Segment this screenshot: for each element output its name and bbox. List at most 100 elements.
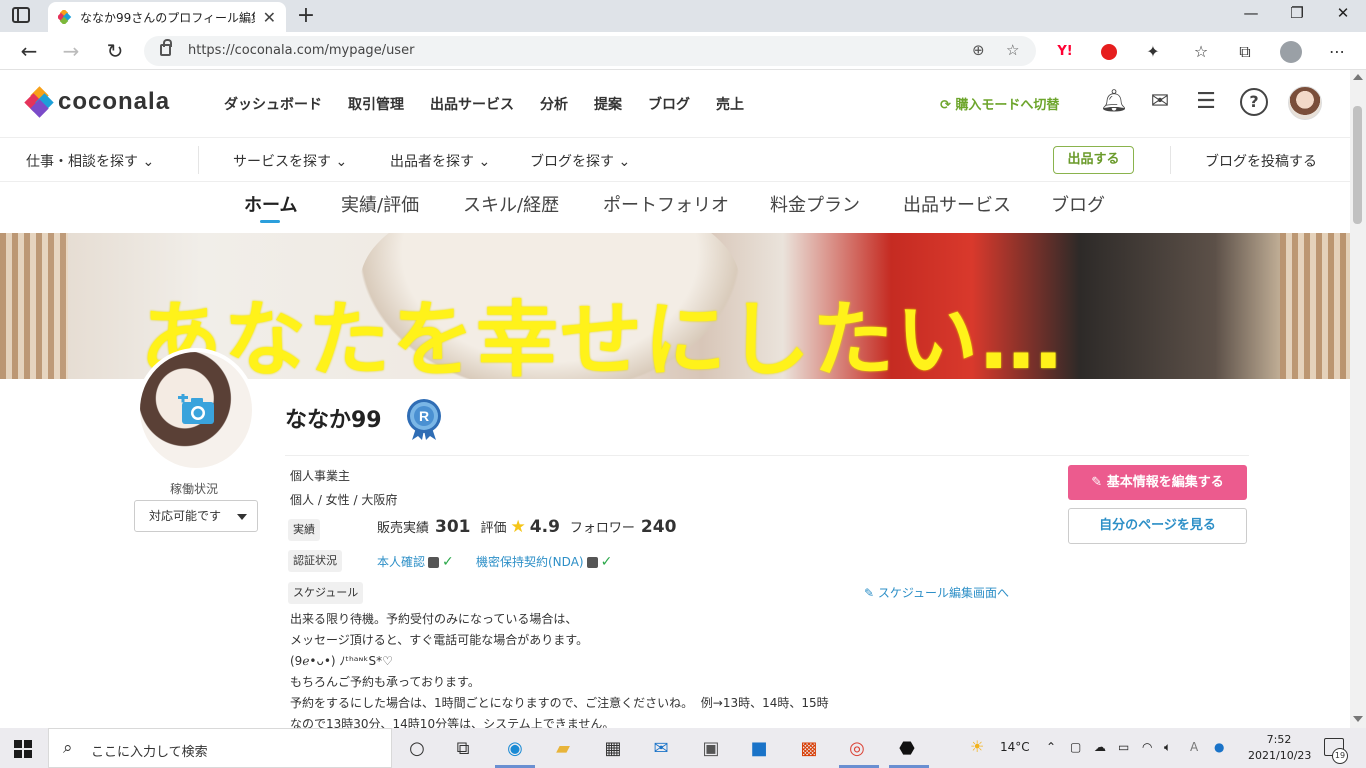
active-tab-indicator: [260, 220, 280, 223]
edit-profile-button[interactable]: ✎ 基本情報を編集する: [1068, 465, 1247, 500]
close-tab-icon[interactable]: ✕: [263, 8, 276, 27]
nav-analytics[interactable]: 分析: [540, 94, 568, 114]
scrollbar-thumb[interactable]: [1353, 106, 1362, 224]
scroll-down-icon[interactable]: [1353, 716, 1363, 722]
view-my-page-button[interactable]: 自分のページを見る: [1068, 508, 1247, 544]
cert-identity-label: 本人確認: [377, 555, 426, 569]
app-blue-icon[interactable]: ■: [746, 736, 772, 762]
temperature[interactable]: 14°C: [1000, 740, 1030, 754]
logo-mark-icon: [24, 86, 54, 118]
tab-blog[interactable]: ブログ: [1051, 191, 1105, 217]
switch-mode-link[interactable]: ⟳ 購入モードへ切替: [940, 94, 1059, 113]
search-icon: ⌕: [63, 738, 73, 758]
header-avatar[interactable]: [1288, 86, 1322, 120]
maximize-icon[interactable]: ❐: [1282, 4, 1312, 22]
tab-actions-icon[interactable]: [12, 7, 30, 23]
battery-icon[interactable]: ▭: [1118, 740, 1129, 754]
file-explorer-icon[interactable]: ▰: [550, 736, 576, 762]
bell-icon[interactable]: 🔔︎: [1100, 88, 1128, 116]
attributes: 個人 / 女性 / 大阪府: [290, 493, 398, 507]
taskbar-search[interactable]: ⌕ ここに入力して検索: [48, 728, 392, 768]
close-window-icon[interactable]: ✕: [1328, 4, 1358, 22]
volume-icon[interactable]: 🔈︎: [1164, 740, 1171, 755]
chevron-down-icon: ⌄: [335, 154, 348, 170]
collections-icon[interactable]: ⧉: [1234, 41, 1256, 63]
nav-blog[interactable]: ブログ: [648, 94, 690, 114]
profile-icon[interactable]: [1280, 41, 1302, 63]
browser-toolbar: ← → ↻ https://coconala.com/mypage/user ⊕…: [0, 32, 1366, 70]
tray-color-icon[interactable]: ●: [1214, 740, 1224, 754]
zoom-icon[interactable]: ⊕: [972, 41, 985, 59]
camera-add-icon[interactable]: [178, 394, 216, 424]
results-tag: 実績: [288, 519, 320, 541]
cert-nda[interactable]: 機密保持契約(NDA) ✓: [476, 553, 612, 570]
nav-transactions[interactable]: 取引管理: [348, 94, 404, 114]
cert-identity[interactable]: 本人確認 ✓: [377, 553, 454, 570]
availability-value: 対応可能です: [149, 509, 222, 523]
nav-dashboard[interactable]: ダッシュボード: [224, 94, 322, 114]
tab-results[interactable]: 実績/評価: [341, 191, 419, 217]
red-extension-icon[interactable]: [1098, 41, 1120, 63]
chevron-down-icon: ⌄: [618, 154, 631, 170]
schedule-edit-link[interactable]: ✎ スケジュール編集画面へ: [864, 584, 1009, 601]
subnav-find-services[interactable]: サービスを探す ⌄: [233, 151, 347, 171]
favorites-icon[interactable]: ☆: [1190, 41, 1212, 63]
windows-taskbar: ⌕ ここに入力して検索 ○ ⧉ ◉ ▰ ▦ ✉ ▣ ■ ▩ ◎ ⬣ ☀ 14°C…: [0, 728, 1366, 768]
tab-home[interactable]: ホーム: [244, 191, 297, 217]
nav-proposals[interactable]: 提案: [594, 94, 622, 114]
browser-tab[interactable]: ななか99さんのプロフィール編集 | ココナラ ✕: [48, 2, 286, 32]
help-icon[interactable]: ?: [1240, 88, 1268, 116]
chrome-icon[interactable]: ◎: [844, 736, 870, 762]
minimize-icon[interactable]: —: [1236, 4, 1266, 22]
yahoo-extension-icon[interactable]: Y!: [1054, 41, 1076, 63]
tab-pricing[interactable]: 料金プラン: [770, 191, 860, 217]
mail-icon[interactable]: ✉: [1146, 88, 1174, 116]
cert-tag: 認証状況: [288, 550, 342, 572]
tab-services[interactable]: 出品サービス: [903, 191, 1011, 217]
mail-app-icon[interactable]: ✉: [648, 736, 674, 762]
new-tab-icon[interactable]: +: [294, 3, 318, 28]
page-scrollbar[interactable]: [1350, 70, 1366, 728]
task-view-icon[interactable]: ⧉: [450, 736, 476, 762]
cortana-icon[interactable]: ○: [404, 736, 430, 762]
tab-skills[interactable]: スキル/経歴: [463, 191, 559, 217]
address-bar[interactable]: https://coconala.com/mypage/user ⊕ ☆: [144, 36, 1036, 66]
subnav-find-sellers[interactable]: 出品者を探す ⌄: [390, 151, 490, 171]
weather-icon[interactable]: ☀: [970, 737, 984, 756]
publish-button[interactable]: 出品する: [1053, 146, 1134, 174]
schedule-edit-label: スケジュール編集画面へ: [877, 586, 1010, 600]
edge-icon[interactable]: ◉: [502, 736, 528, 762]
date: 2021/10/23: [1248, 749, 1312, 762]
onedrive-icon[interactable]: ☁: [1094, 740, 1106, 754]
subnav-find-jobs[interactable]: 仕事・相談を探す ⌄: [26, 151, 154, 171]
more-menu-icon[interactable]: ⋯: [1326, 41, 1348, 63]
store-icon[interactable]: ▦: [600, 736, 626, 762]
wifi-icon[interactable]: ◠: [1142, 740, 1152, 754]
tab-portfolio[interactable]: ポートフォリオ: [603, 191, 729, 217]
app-icon[interactable]: ▣: [698, 736, 724, 762]
availability-select[interactable]: 対応可能です: [134, 500, 258, 532]
scroll-up-icon[interactable]: [1353, 74, 1363, 80]
schedule-tag: スケジュール: [288, 582, 364, 604]
tray-expand-icon[interactable]: ⌃: [1046, 740, 1056, 754]
task-list-icon[interactable]: ☰: [1192, 88, 1220, 116]
refresh-icon[interactable]: ↻: [102, 38, 128, 64]
extensions-icon[interactable]: ✦: [1142, 41, 1164, 63]
ime-indicator[interactable]: A: [1190, 740, 1198, 754]
office-icon[interactable]: ▩: [796, 736, 822, 762]
post-blog-link[interactable]: ブログを投稿する: [1205, 151, 1317, 171]
start-icon[interactable]: [14, 740, 32, 758]
app-dark-icon[interactable]: ⬣: [894, 736, 920, 762]
back-icon[interactable]: ←: [16, 38, 42, 64]
coconala-logo[interactable]: coconala: [24, 86, 170, 118]
divider: [285, 455, 1249, 456]
tray-app-icon[interactable]: ▢: [1070, 740, 1081, 754]
nav-listed-services[interactable]: 出品サービス: [430, 94, 514, 114]
favorite-add-icon[interactable]: ☆: [1006, 41, 1019, 59]
forward-icon[interactable]: →: [58, 38, 84, 64]
subnav-find-blogs[interactable]: ブログを探す ⌄: [530, 151, 630, 171]
check-icon: ✓: [442, 554, 454, 570]
taskbar-clock[interactable]: 7:52 2021/10/23: [1248, 732, 1312, 764]
lock-icon: [160, 39, 172, 56]
nav-sales[interactable]: 売上: [716, 94, 744, 114]
